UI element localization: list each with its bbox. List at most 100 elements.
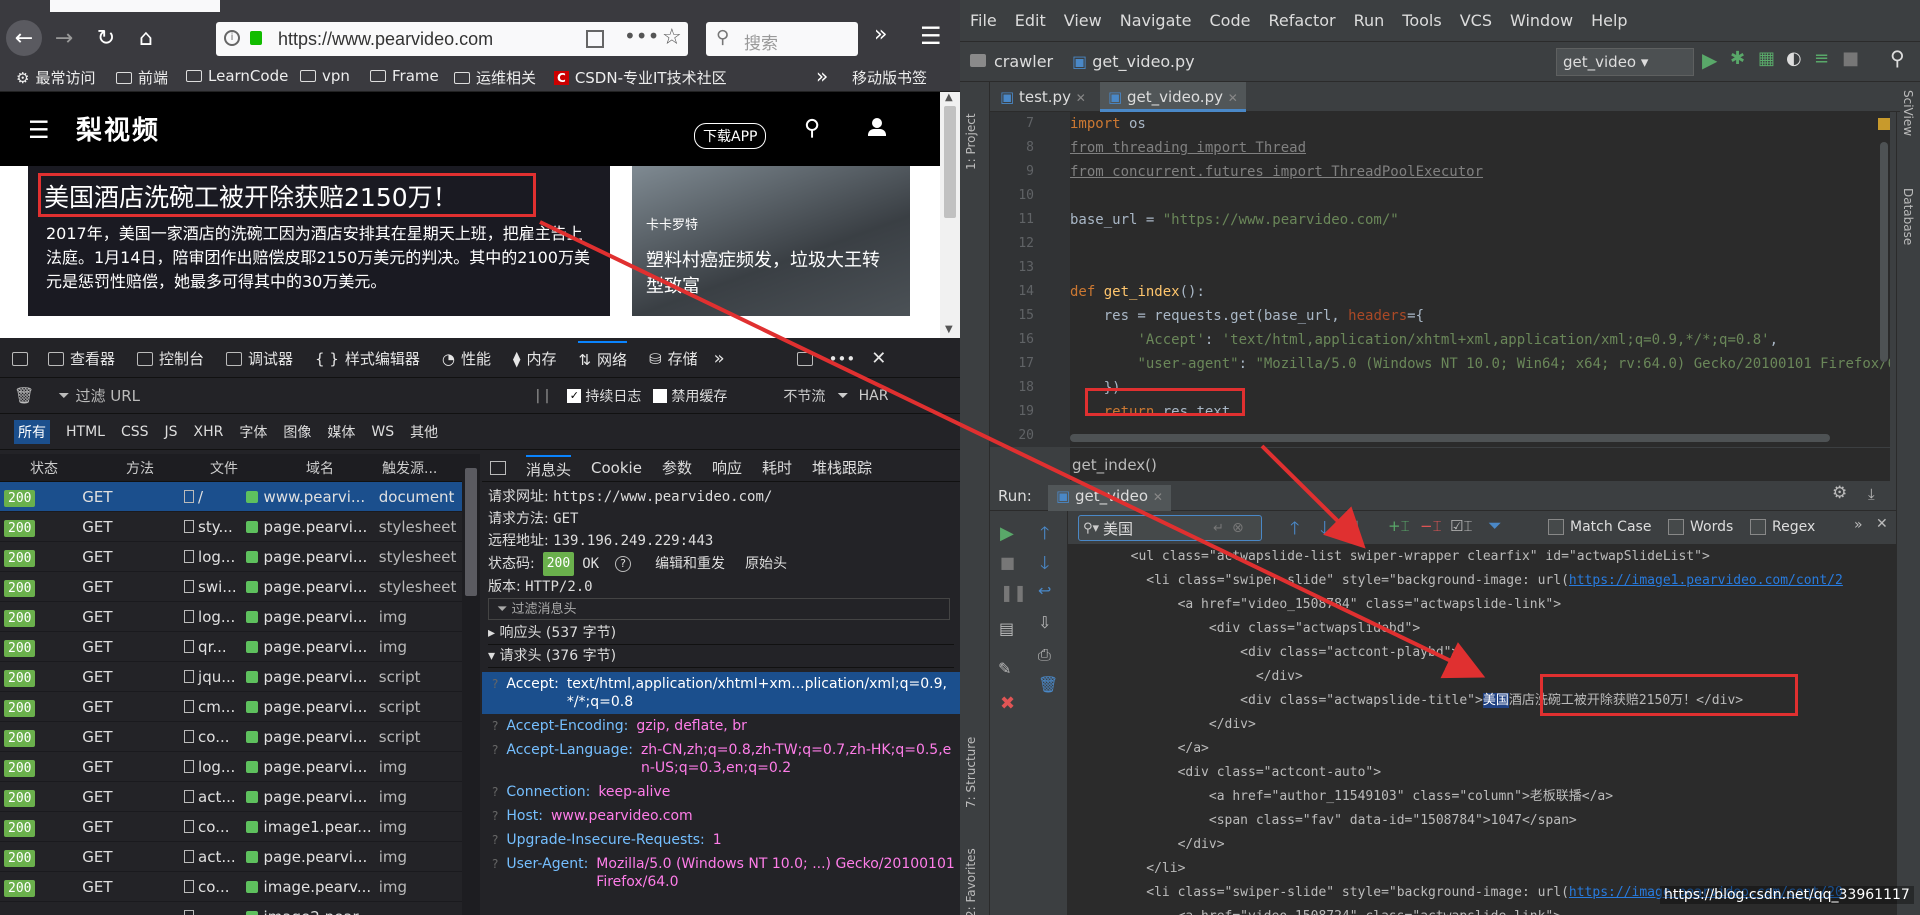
header-row[interactable]: ? User-Agent: Mozilla/5.0 (Windows NT 10.0… [482, 852, 960, 894]
forward-button[interactable]: → [46, 20, 82, 56]
active-tab[interactable] [50, 0, 220, 12]
menu-help[interactable]: Help [1591, 11, 1627, 30]
dump-threads-icon[interactable]: ▤ [999, 619, 1014, 638]
bookmark-frame[interactable]: Frame [370, 67, 439, 85]
prev-occurrence-icon[interactable]: 🡑 [1290, 516, 1299, 546]
type-css[interactable]: CSS [121, 424, 149, 440]
type-js[interactable]: JS [165, 424, 178, 440]
type-image[interactable]: 图像 [283, 422, 311, 442]
sciview-tool-button[interactable]: SciView [1901, 90, 1915, 160]
console-output[interactable]: <ul class="actwapslide-list swiper-wrapp… [1068, 545, 1896, 915]
table-row[interactable]: image2.pear... [0, 902, 462, 915]
tab-test-py[interactable]: ▣ test.py ✕ [1000, 82, 1096, 112]
raw-headers-toggle[interactable]: 原始头 [745, 553, 787, 575]
profile-icon[interactable]: ◐ [1786, 48, 1802, 69]
tab-params[interactable]: 参数 [662, 457, 692, 478]
search-box[interactable]: ⚲ 搜索 [706, 22, 858, 56]
header-row[interactable]: ? Upgrade-Insecure-Requests: 1 [482, 828, 960, 852]
menu-run[interactable]: Run [1354, 11, 1385, 30]
editor-hscrollbar[interactable] [1070, 434, 1830, 442]
tab-style-editor[interactable]: { } 样式编辑器 [315, 348, 420, 369]
page-scrollbar[interactable]: ▲ ▼ [940, 92, 960, 338]
coverage-icon[interactable]: ▦ [1758, 48, 1775, 69]
nav-file[interactable]: ▣ get_video.py [1072, 52, 1195, 71]
type-media[interactable]: 媒体 [327, 422, 355, 442]
table-row[interactable]: 200 GET jqu... page.pearvi... script [0, 662, 462, 692]
newline-icon[interactable]: ↵ [1213, 521, 1224, 536]
type-xhr[interactable]: XHR [194, 424, 224, 440]
overflow-chevron-icon[interactable]: » [874, 22, 887, 47]
table-row[interactable]: 200 GET / www.pearvi... document [0, 482, 462, 512]
col-domain[interactable]: 域名 [242, 458, 366, 478]
url-text[interactable]: https://www.pearvideo.com [278, 29, 493, 50]
database-tool-button[interactable]: Database [1901, 188, 1915, 268]
site-logo[interactable]: 梨视频 [76, 110, 160, 147]
site-menu-icon[interactable]: ☰ [28, 116, 50, 144]
bookmark-most-visited[interactable]: ⚙ 最常访问 [16, 67, 95, 88]
toggle-sidebar-icon[interactable] [490, 460, 506, 475]
har-menu[interactable]: HAR [859, 388, 889, 404]
editor-vscrollbar[interactable] [1880, 142, 1888, 362]
disable-cache-checkbox[interactable]: 禁用缓存 [653, 386, 727, 406]
next-occurrence-icon[interactable]: 🡓 [1320, 516, 1329, 546]
find-all-icon[interactable]: ⊡ [1346, 516, 1359, 535]
nav-project[interactable]: crawler [994, 52, 1053, 71]
pin-tab-icon[interactable]: ✎ [998, 659, 1011, 678]
find-input[interactable]: ⚲▾ 美国 ↵ ⊗ [1078, 515, 1262, 541]
qr-code-icon[interactable] [586, 30, 604, 48]
type-font[interactable]: 字体 [239, 422, 267, 442]
select-all-icon[interactable]: ☑⌶ [1450, 517, 1472, 535]
bookmark-csdn[interactable]: C CSDN-专业IT技术社区 [554, 67, 727, 88]
up-arrow-icon[interactable]: 🡑 [1040, 521, 1049, 551]
rerun-icon[interactable]: ▶ [1000, 523, 1014, 544]
menu-code[interactable]: Code [1210, 11, 1251, 30]
side-title[interactable]: 塑料村癌症频发，垃圾大王转型致富 [646, 248, 896, 300]
header-row[interactable]: ? Host: www.pearvideo.com [482, 804, 960, 828]
debug-icon[interactable]: ✱ [1730, 48, 1745, 69]
download-app-button[interactable]: 下载APP [694, 123, 767, 149]
filter-url-input[interactable]: 过滤 URL [76, 385, 536, 406]
tab-network[interactable]: ⇅ 网络 [578, 340, 628, 377]
table-row[interactable]: 200 GET act... page.pearvi... img [0, 842, 462, 872]
print-icon[interactable]: ⎙ [1038, 645, 1051, 665]
down-arrow-icon[interactable]: 🡓 [1040, 551, 1049, 581]
reload-button[interactable]: ↻ [88, 20, 124, 56]
match-case-checkbox[interactable]: Match Case [1548, 519, 1651, 535]
tab-memory[interactable]: ⧫ 内存 [513, 348, 556, 369]
request-headers-section[interactable]: ▾ 请求头 (376 字节) [488, 645, 954, 668]
tab-debugger[interactable]: 调试器 [226, 348, 293, 369]
clear-all-icon[interactable]: 🗑 [1038, 675, 1058, 694]
filter-headers-input[interactable]: ⏷ 过滤消息头 [488, 598, 950, 620]
pause-icon[interactable]: | | [536, 388, 550, 404]
header-row[interactable]: ? Accept-Language: zh-CN,zh;q=0.8,zh-TW;q=… [482, 738, 960, 780]
url-bar[interactable]: i https://www.pearvideo.com ••• ☆ [216, 22, 688, 56]
table-row[interactable]: 200 GET cm... page.pearvi... script [0, 692, 462, 722]
close-tab-icon[interactable]: ✕ [1076, 91, 1086, 105]
menu-window[interactable]: Window [1510, 11, 1573, 30]
menu-view[interactable]: View [1064, 11, 1102, 30]
table-row[interactable]: 200 GET sty... page.pearvi... stylesheet [0, 512, 462, 542]
editor-breadcrumb[interactable]: get_index() [1070, 447, 1890, 481]
close-find-icon[interactable]: ✕ [1876, 516, 1888, 532]
words-checkbox[interactable]: Words [1668, 519, 1733, 535]
table-row[interactable]: 200 GET log... page.pearvi... img [0, 602, 462, 632]
close-run-tab-icon[interactable]: ✕ [1153, 490, 1163, 504]
more-options-icon[interactable]: » [1854, 517, 1863, 533]
header-row[interactable]: ? Connection: keep-alive [482, 780, 960, 804]
side-card[interactable]: 卡卡罗特 塑料村癌症频发，垃圾大王转型致富 [632, 166, 910, 316]
structure-tool-button[interactable]: 7: Structure [964, 718, 978, 808]
persist-log-checkbox[interactable]: ✓ 持续日志 [567, 386, 641, 406]
tab-console[interactable]: 控制台 [137, 348, 204, 369]
run-tab-get-video[interactable]: ▣ get_video ✕ [1048, 485, 1171, 511]
tab-stack-trace[interactable]: 堆栈跟踪 [812, 457, 872, 478]
header-row[interactable]: ? Accept: text/html,application/xhtml+xm..… [482, 672, 960, 714]
throttle-select[interactable]: 不节流 [783, 386, 825, 406]
more-actions-icon[interactable]: ••• [624, 24, 659, 48]
console-html[interactable]: <ul class="actwapslide-list swiper-wrapp… [1068, 545, 1896, 915]
response-headers-section[interactable]: ▸ 响应头 (537 字节) [488, 622, 954, 645]
tab-headers[interactable]: 消息头 [526, 455, 572, 480]
request-table-scrollbar[interactable] [462, 454, 480, 915]
col-status[interactable]: 状态 [0, 458, 80, 478]
user-icon[interactable] [868, 118, 886, 136]
tab-storage[interactable]: ⛁ 存储 [649, 348, 698, 369]
